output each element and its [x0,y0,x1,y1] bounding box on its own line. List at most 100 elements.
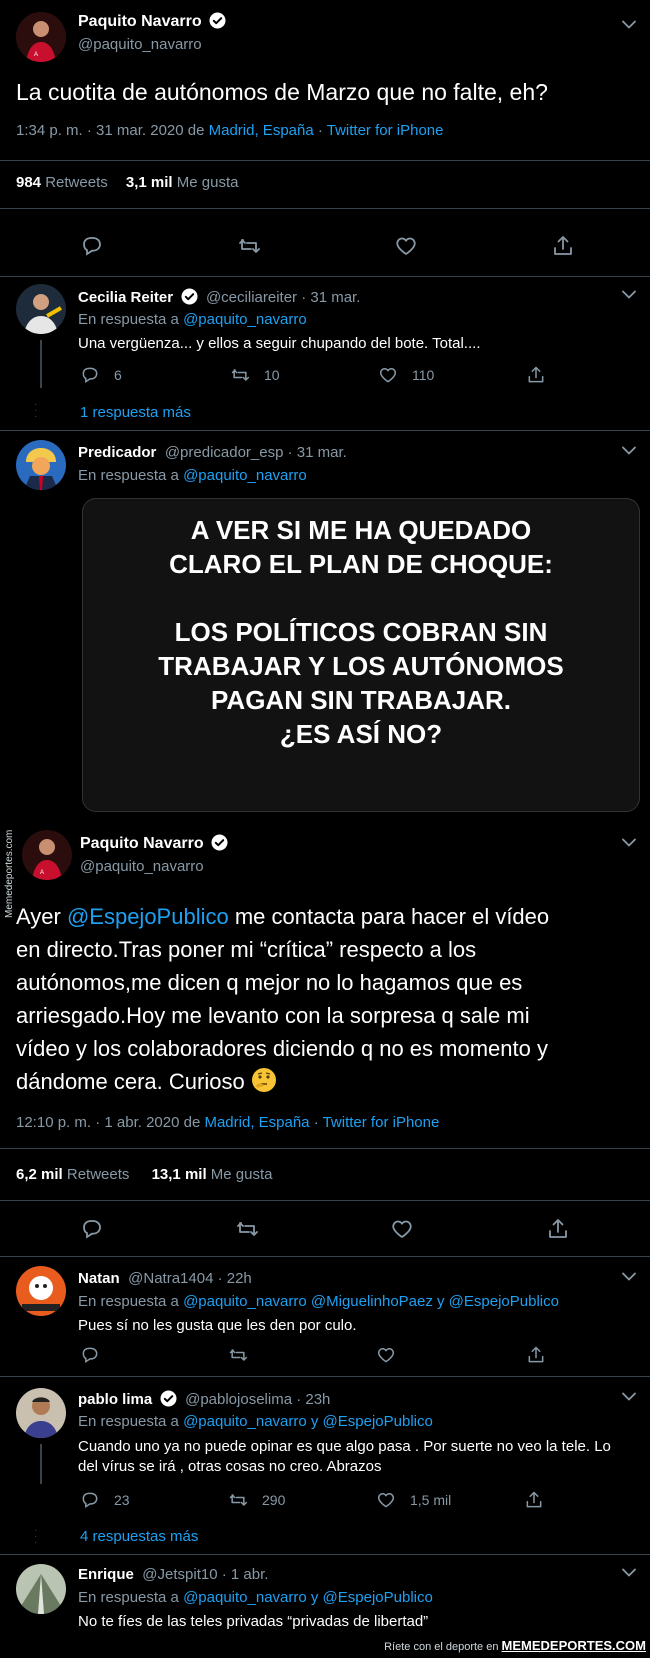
avatar[interactable]: A [22,830,72,880]
author-name[interactable]: Paquito Navarro [78,13,202,30]
image-text: A VER SI ME HA QUEDADO CLARO EL PLAN DE … [83,513,639,751]
author-handle[interactable]: @paquito_navarro [78,36,202,53]
retweets-count[interactable]: 6,2 mil [16,1166,63,1183]
likes-count[interactable]: 3,1 mil [126,174,173,191]
mention-link[interactable]: @paquito_navarro [183,311,307,328]
retweet-count: 10 [264,367,280,383]
client-link[interactable]: Twitter for iPhone [323,1114,440,1131]
reply-header: Cecilia Reiter @ceciliareiter · 31 mar. [78,288,360,307]
reply-prefix: En respuesta a [78,1589,184,1606]
mention-link[interactable]: @paquito_navarro y @EspejoPublico [183,1589,433,1606]
mention-link[interactable]: @EspejoPublico [67,904,229,929]
divider [0,1376,650,1377]
author-name[interactable]: Natan [78,1270,120,1287]
avatar[interactable] [16,1266,66,1316]
tweet-stats: 6,2 mil Retweets 13,1 mil Me gusta [16,1166,273,1183]
avatar[interactable] [16,1564,66,1614]
divider [0,1256,650,1257]
author-handle[interactable]: @paquito_navarro [80,858,204,875]
share-icon[interactable] [524,1490,544,1510]
author-name[interactable]: pablo lima [78,1391,152,1408]
reply-count: 23 [114,1492,130,1508]
image-line: A VER SI ME HA QUEDADO [190,515,532,545]
footer-brand: MEMEDEPORTES.COM [501,1638,646,1653]
mention-link[interactable]: @paquito_navarro [183,467,307,484]
reply-prefix: En respuesta a [78,1413,184,1430]
footer-tagline: Ríete con el deporte en [384,1641,499,1653]
reply-text: Pues sí no les gusta que les den por cul… [78,1317,357,1334]
chevron-down-icon[interactable] [622,20,636,30]
chevron-down-icon[interactable] [622,290,636,300]
reply-button[interactable]: 23 [80,1490,130,1510]
text-line: Cuando uno ya no puede opinar es que alg… [78,1438,611,1455]
reply-text: Cuando uno ya no puede opinar es que alg… [78,1437,638,1477]
tweet-meta: 12:10 p. m. · 1 abr. 2020 de Madrid, Esp… [16,1114,439,1131]
chevron-down-icon[interactable] [622,838,636,848]
author-name[interactable]: Paquito Navarro [80,835,204,852]
tweet-text: Ayer @EspejoPublico me contacta para hac… [16,900,636,1098]
tweet-stats: 984 Retweets 3,1 mil Me gusta [16,174,238,191]
reply-icon[interactable] [80,1217,104,1241]
attached-image[interactable]: A VER SI ME HA QUEDADO CLARO EL PLAN DE … [82,498,640,812]
svg-text:A: A [34,52,38,58]
retweet-icon[interactable] [237,234,261,258]
avatar[interactable] [16,1388,66,1438]
tweet-line: vídeo y los colaboradores diciendo q no … [16,1036,548,1061]
verified-icon [180,288,198,305]
author-meta[interactable]: @Jetspit10 · 1 abr. [142,1566,268,1583]
likes-count[interactable]: 13,1 mil [152,1166,207,1183]
retweets-label[interactable]: Retweets [67,1166,130,1183]
likes-label[interactable]: Me gusta [177,174,239,191]
like-button[interactable]: 1,5 mil [376,1490,451,1510]
like-icon[interactable] [376,1345,396,1365]
author-name[interactable]: Predicador [78,444,156,461]
avatar[interactable] [16,284,66,334]
reply-text: No te fíes de las teles privadas “privad… [78,1613,429,1630]
tweet-time: 12:10 p. m. · 1 abr. 2020 de [16,1114,205,1131]
share-icon[interactable] [551,234,575,258]
author-meta[interactable]: @predicador_esp · 31 mar. [165,444,347,461]
author-name[interactable]: Cecilia Reiter [78,289,173,306]
reply-icon[interactable] [80,234,104,258]
author-meta[interactable]: @ceciliareiter · 31 mar. [206,289,360,306]
reply-context: En respuesta a @paquito_navarro y @Espej… [78,1413,433,1430]
author-meta[interactable]: @Natra1404 · 22h [128,1270,252,1287]
location-link[interactable]: Madrid, España [204,1114,309,1131]
share-icon[interactable] [526,365,546,385]
retweet-button[interactable]: 10 [230,365,280,385]
chevron-down-icon[interactable] [622,1568,636,1578]
svg-text:A: A [40,870,44,876]
share-icon[interactable] [546,1217,570,1241]
show-more-replies[interactable]: 1 respuesta más [80,404,191,421]
chevron-down-icon[interactable] [622,1392,636,1402]
like-button[interactable]: 110 [378,365,434,385]
chevron-down-icon[interactable] [622,446,636,456]
reply-button[interactable]: 6 [80,365,122,385]
tweet-time: 1:34 p. m. · 31 mar. 2020 de [16,122,209,139]
author-name[interactable]: Enrique [78,1566,134,1583]
retweet-icon[interactable] [235,1217,259,1241]
likes-label[interactable]: Me gusta [211,1166,273,1183]
show-more-replies[interactable]: 4 respuestas más [80,1528,198,1545]
like-count: 1,5 mil [410,1492,452,1508]
avatar[interactable]: A [16,12,66,62]
retweet-button[interactable]: 290 [228,1490,285,1510]
reply-context: En respuesta a @paquito_navarro @Migueli… [78,1293,559,1310]
mention-link[interactable]: @paquito_navarro y @EspejoPublico [183,1413,433,1430]
retweets-label[interactable]: Retweets [45,174,108,191]
like-icon[interactable] [390,1217,414,1241]
reply-context: En respuesta a @paquito_navarro y @Espej… [78,1589,433,1606]
like-icon[interactable] [394,234,418,258]
share-icon[interactable] [526,1345,546,1365]
client-link[interactable]: Twitter for iPhone [327,122,444,139]
avatar[interactable] [16,440,66,490]
retweet-icon[interactable] [228,1345,248,1365]
mention-link[interactable]: @paquito_navarro @MiguelinhoPaez y @Espe… [183,1293,559,1310]
verified-icon [211,834,229,851]
location-link[interactable]: Madrid, España [209,122,314,139]
author-meta[interactable]: @pablojoselima · 23h [185,1391,330,1408]
reply-icon[interactable] [80,1345,100,1365]
chevron-down-icon[interactable] [622,1272,636,1282]
reply-prefix: En respuesta a [78,467,184,484]
retweets-count[interactable]: 984 [16,174,41,191]
